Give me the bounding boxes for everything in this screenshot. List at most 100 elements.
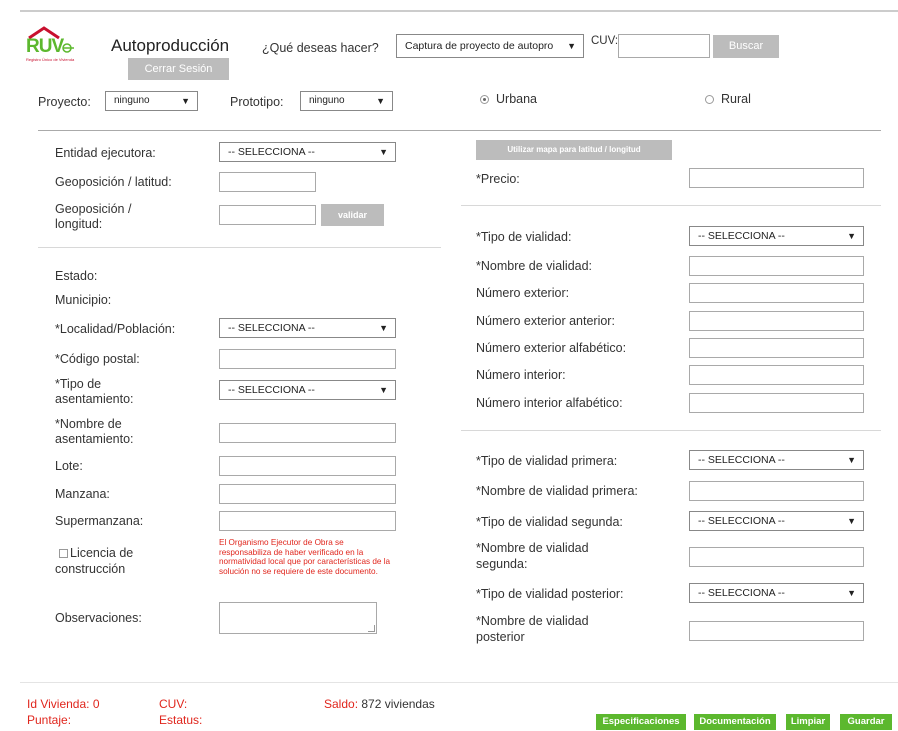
precio-input[interactable] (689, 168, 864, 188)
rural-radio[interactable] (705, 95, 714, 104)
prototipo-label: Prototipo: (230, 95, 284, 109)
right-divider-1 (461, 205, 881, 206)
chevron-down-icon: ▼ (379, 385, 388, 395)
chevron-down-icon: ▼ (567, 41, 576, 51)
left-divider-1 (38, 247, 441, 248)
logo-subtitle: Registro Único de Vivienda (26, 57, 75, 62)
nombre-vialidad-posterior-input[interactable] (689, 621, 864, 641)
resize-grip-icon[interactable] (368, 625, 375, 632)
proyecto-select[interactable]: ninguno ▼ (105, 91, 198, 111)
urbana-label: Urbana (496, 92, 537, 106)
chevron-down-icon: ▼ (379, 323, 388, 333)
chevron-down-icon: ▼ (376, 96, 385, 106)
observaciones-label: Observaciones: (55, 611, 142, 625)
numero-exterior-input[interactable] (689, 283, 864, 303)
codigo-postal-label: *Código postal: (55, 352, 140, 366)
ruv-logo: RUV Registro Único de Vivienda (26, 24, 96, 64)
entidad-select[interactable]: -- SELECCIONA -- ▼ (219, 142, 396, 162)
licencia-checkbox[interactable] (59, 549, 68, 558)
nombre-vialidad-segunda-input[interactable] (689, 547, 864, 567)
nombre-asentamiento-label-1: *Nombre de (55, 417, 122, 431)
entidad-label: Entidad ejecutora: (55, 146, 156, 160)
cuv-label: CUV: (591, 35, 619, 47)
latitud-label: Geoposición / latitud: (55, 175, 172, 189)
tipo-vialidad-segunda-select[interactable]: -- SELECCIONA -- ▼ (689, 511, 864, 531)
longitud-input[interactable] (219, 205, 316, 225)
nombre-vialidad-input[interactable] (689, 256, 864, 276)
buscar-button[interactable]: Buscar (713, 35, 779, 58)
nombre-asentamiento-input[interactable] (219, 423, 396, 443)
cerrar-sesion-button[interactable]: Cerrar Sesión (128, 58, 229, 80)
cuv-input[interactable] (618, 34, 710, 58)
latitud-input[interactable] (219, 172, 316, 192)
proyecto-label: Proyecto: (38, 95, 91, 109)
supermanzana-input[interactable] (219, 511, 396, 531)
right-divider-2 (461, 430, 881, 431)
puntaje-label: Puntaje: (27, 713, 72, 727)
documentacion-button[interactable]: Documentación (694, 714, 776, 730)
rural-label: Rural (721, 92, 751, 106)
tipo-vialidad-segunda-label: *Tipo de vialidad segunda: (476, 515, 623, 529)
lote-input[interactable] (219, 456, 396, 476)
nombre-vialidad-segunda-label-1: *Nombre de vialidad (476, 541, 589, 555)
codigo-postal-input[interactable] (219, 349, 396, 369)
guardar-button[interactable]: Guardar (840, 714, 892, 730)
longitud-label-2: longitud: (55, 217, 103, 231)
nombre-asentamiento-label-2: asentamiento: (55, 432, 134, 446)
action-question: ¿Qué deseas hacer? (262, 41, 379, 55)
saldo: Saldo: 872 viviendas (324, 697, 435, 711)
observaciones-textarea[interactable] (219, 602, 377, 634)
estado-label: Estado: (55, 269, 98, 283)
licencia-label-2: construcción (55, 562, 126, 576)
section-divider (38, 130, 881, 131)
numero-exterior-anterior-label: Número exterior anterior: (476, 314, 615, 328)
numero-interior-label: Número interior: (476, 368, 566, 382)
chevron-down-icon: ▼ (847, 588, 856, 598)
nombre-vialidad-posterior-label-1: *Nombre de vialidad (476, 614, 589, 628)
tipo-vialidad-posterior-select[interactable]: -- SELECCIONA -- ▼ (689, 583, 864, 603)
municipio-label: Municipio: (55, 293, 112, 307)
numero-interior-input[interactable] (689, 365, 864, 385)
urbana-radio[interactable] (480, 95, 489, 104)
numero-interior-alfabetico-input[interactable] (689, 393, 864, 413)
longitud-label-1: Geoposición / (55, 202, 132, 216)
nombre-vialidad-label: *Nombre de vialidad: (476, 259, 593, 273)
numero-exterior-label: Número exterior: (476, 286, 570, 300)
chevron-down-icon: ▼ (847, 231, 856, 241)
prototipo-select[interactable]: ninguno ▼ (300, 91, 393, 111)
tipo-asentamiento-select[interactable]: -- SELECCIONA -- ▼ (219, 380, 396, 400)
localidad-select[interactable]: -- SELECCIONA -- ▼ (219, 318, 396, 338)
precio-label: *Precio: (476, 172, 520, 186)
top-border (20, 10, 898, 12)
manzana-label: Manzana: (55, 487, 110, 501)
licencia-note: El Organismo Ejecutor de Obra se respons… (219, 538, 391, 576)
tipo-vialidad-label: *Tipo de vialidad: (476, 230, 572, 244)
tipo-vialidad-posterior-label: *Tipo de vialidad posterior: (476, 587, 624, 601)
estatus-label: Estatus: (159, 713, 203, 727)
chevron-down-icon: ▼ (847, 455, 856, 465)
tipo-vialidad-select[interactable]: -- SELECCIONA -- ▼ (689, 226, 864, 246)
action-select[interactable]: Captura de proyecto de autopro ▼ (396, 34, 584, 58)
especificaciones-button[interactable]: Especificaciones (596, 714, 686, 730)
nombre-vialidad-posterior-label-2: posterior (476, 630, 525, 644)
validar-button[interactable]: validar (321, 204, 384, 226)
id-vivienda: Id Vivienda: 0 (27, 697, 100, 711)
logo-text: RUV (26, 36, 64, 57)
tipo-vialidad-primera-label: *Tipo de vialidad primera: (476, 454, 618, 468)
limpiar-button[interactable]: Limpiar (786, 714, 830, 730)
chevron-down-icon: ▼ (181, 96, 190, 106)
numero-exterior-anterior-input[interactable] (689, 311, 864, 331)
numero-exterior-alfabetico-input[interactable] (689, 338, 864, 358)
tipo-vialidad-primera-select[interactable]: -- SELECCIONA -- ▼ (689, 450, 864, 470)
manzana-input[interactable] (219, 484, 396, 504)
page-title: Autoproducción (111, 36, 230, 55)
nombre-vialidad-segunda-label-2: segunda: (476, 557, 528, 571)
chevron-down-icon: ▼ (379, 147, 388, 157)
numero-interior-alfabetico-label: Número interior alfabético: (476, 396, 623, 410)
numero-exterior-alfabetico-label: Número exterior alfabético: (476, 341, 627, 355)
footer-cuv-label: CUV: (159, 697, 188, 711)
footer-divider (20, 682, 898, 683)
mapa-button[interactable]: Utilizar mapa para latitud / longitud (476, 140, 672, 160)
nombre-vialidad-primera-input[interactable] (689, 481, 864, 501)
tipo-asentamiento-label-2: asentamiento: (55, 392, 134, 406)
